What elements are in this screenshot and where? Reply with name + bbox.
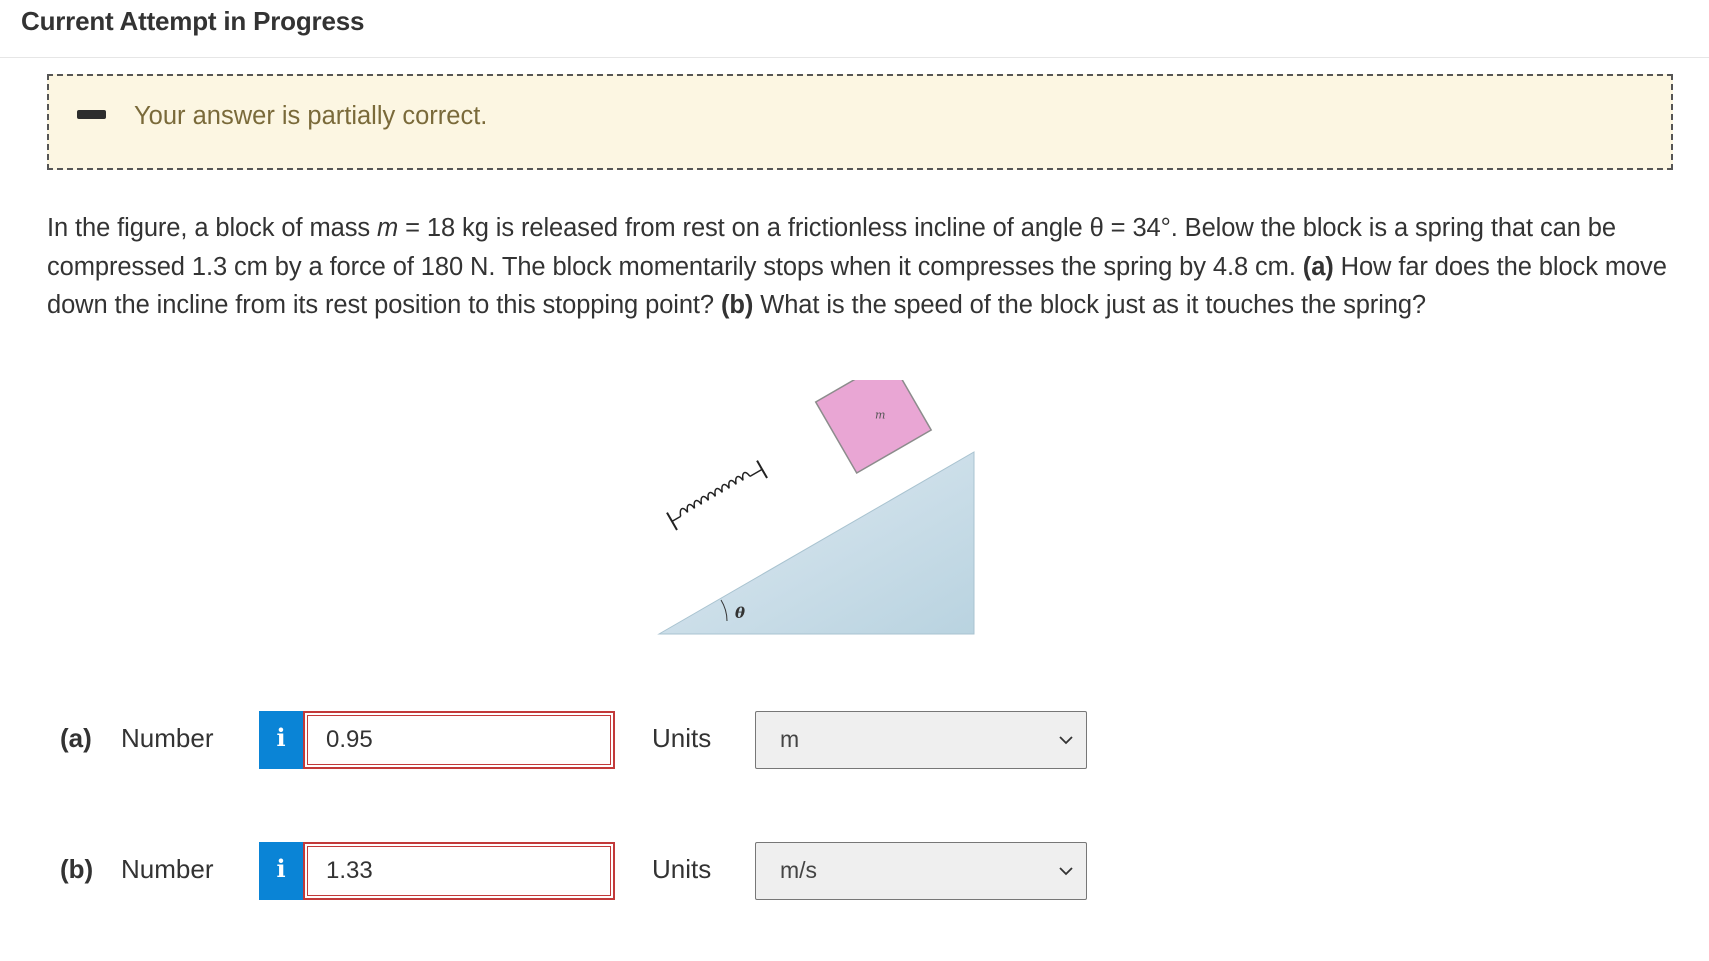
part-a-tag: (a) — [1302, 252, 1334, 281]
incline-wedge — [657, 451, 975, 635]
info-button-a[interactable]: i — [259, 711, 303, 769]
feedback-text: Your answer is partially correct. — [134, 102, 488, 130]
page-header: Current Attempt in Progress — [0, 0, 1709, 58]
number-input-a-value[interactable]: 0.95 — [307, 715, 611, 765]
angle-label: θ — [735, 604, 745, 622]
part-b-tag: (b) — [720, 291, 754, 319]
units-select-b-value: m/s — [780, 857, 818, 883]
units-select-a[interactable]: m — [755, 711, 1087, 769]
page-title: Current Attempt in Progress — [21, 6, 365, 36]
partially-correct-icon — [77, 110, 106, 119]
chevron-down-icon — [1059, 736, 1073, 745]
incline-figure: m θ — [655, 357, 975, 636]
chevron-down-icon — [1059, 867, 1073, 876]
number-input-a[interactable]: 0.95 — [303, 711, 615, 769]
info-button-b[interactable]: i — [259, 842, 303, 900]
number-label-a: Number — [121, 723, 214, 753]
incline-diagram: m θ — [657, 357, 975, 635]
number-input-b[interactable]: 1.33 — [303, 842, 615, 900]
feedback-box: Your answer is partially correct. — [47, 74, 1673, 170]
part-a-label: (a) — [60, 723, 92, 753]
units-select-a-value: m — [780, 726, 800, 752]
mass-block: m — [814, 357, 933, 475]
problem-intro: In the figure, a block of mass — [47, 214, 377, 242]
units-label-b: Units — [652, 854, 712, 884]
number-input-b-value[interactable]: 1.33 — [307, 846, 611, 896]
problem-statement: In the figure, a block of mass m = 18 kg… — [47, 209, 1687, 325]
number-label-b: Number — [121, 854, 214, 884]
part-b-label: (b) — [60, 854, 94, 884]
units-select-b[interactable]: m/s — [755, 842, 1087, 900]
block-label: m — [875, 409, 885, 422]
part-b-question: What is the speed of the block just as i… — [753, 291, 1427, 319]
mass-variable: m — [376, 214, 399, 242]
units-label-a: Units — [652, 723, 712, 753]
spring — [666, 460, 768, 531]
